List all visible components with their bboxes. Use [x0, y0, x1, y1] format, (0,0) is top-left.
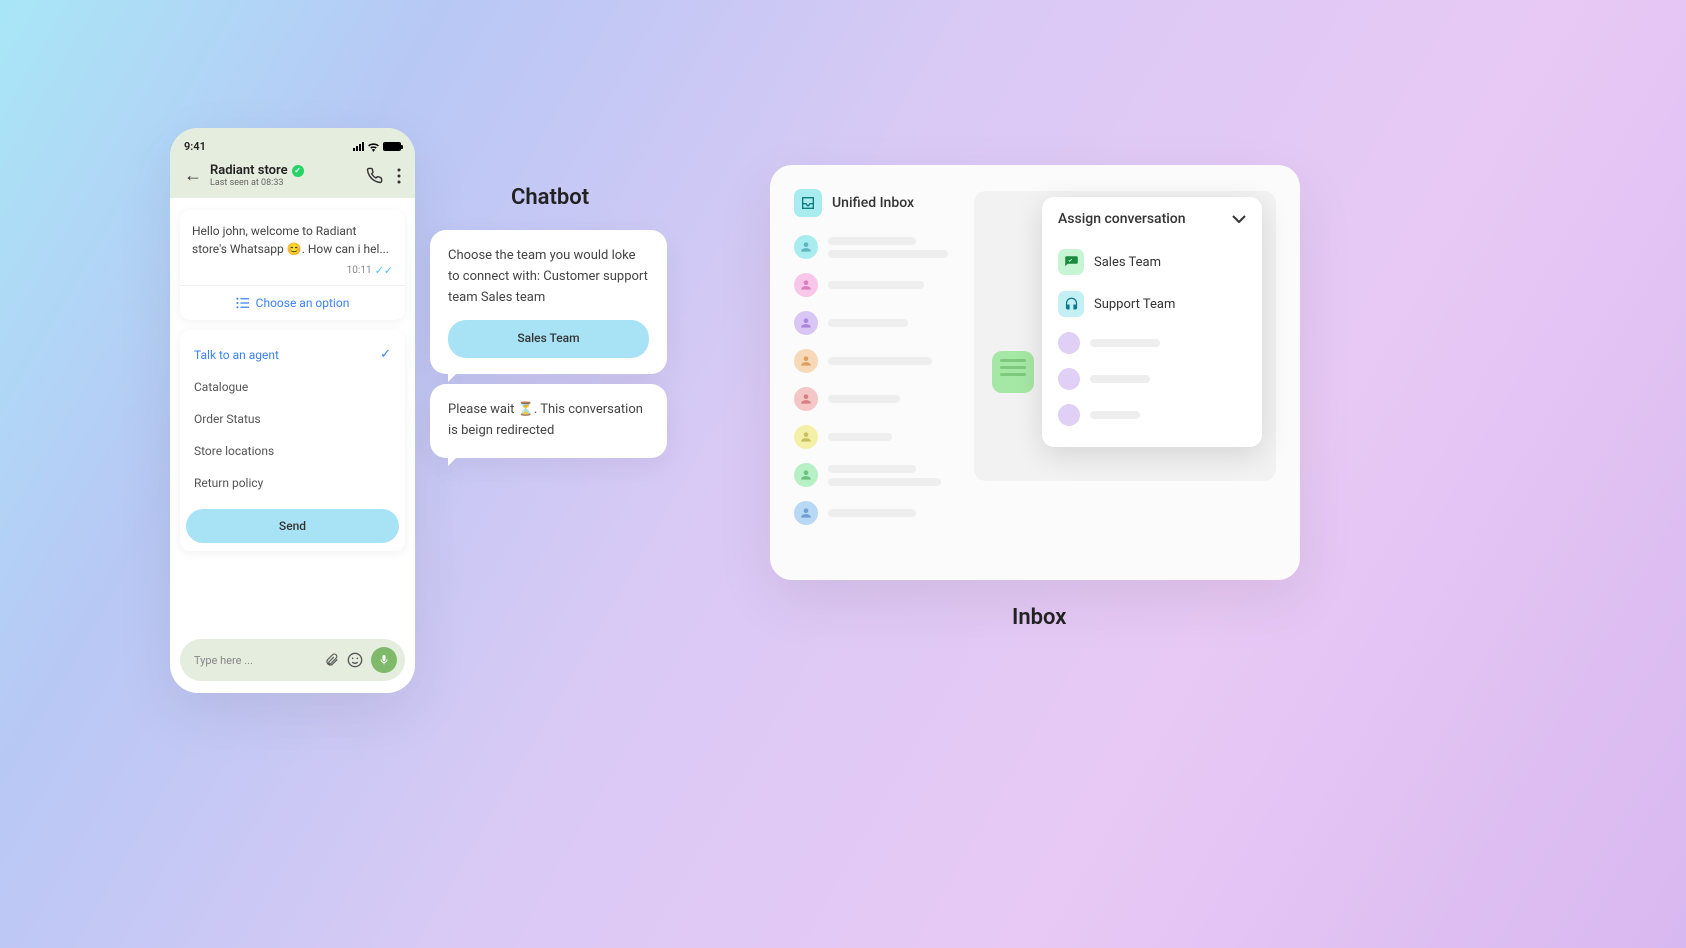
option-order-status[interactable]: Order Status — [180, 403, 405, 435]
contact-info[interactable]: Radiant store ✓ Last seen at 08:33 — [210, 163, 358, 188]
call-icon[interactable] — [366, 167, 383, 184]
bubble-text: Please wait ⏳. This conversation is beig… — [448, 400, 649, 442]
wifi-icon — [367, 142, 380, 152]
sales-team-icon — [1058, 249, 1084, 275]
mic-button[interactable] — [371, 647, 397, 673]
team-label: Support Team — [1094, 297, 1175, 312]
status-bar: 9:41 — [184, 140, 401, 153]
avatar-icon — [794, 273, 818, 297]
list-item[interactable] — [794, 235, 954, 259]
list-icon — [236, 297, 250, 309]
chat-header: 9:41 ← Radiant store ✓ Last seen at 08:3… — [170, 128, 415, 198]
conversation-preview: Assign conversation Sales Team Support T… — [974, 191, 1276, 481]
faded-option — [1058, 397, 1246, 433]
chat-body: Hello john, welcome to Radiant store's W… — [170, 198, 415, 668]
faded-option — [1058, 325, 1246, 361]
send-button[interactable]: Send — [186, 509, 399, 543]
option-return-policy[interactable]: Return policy — [180, 467, 405, 499]
list-item[interactable] — [794, 425, 954, 449]
message-input-bar[interactable]: Type here ... — [180, 639, 405, 681]
avatar-icon — [794, 501, 818, 525]
emoji-icon[interactable] — [347, 652, 363, 668]
status-time: 9:41 — [184, 140, 206, 153]
option-store-locations[interactable]: Store locations — [180, 435, 405, 467]
signal-icon — [353, 142, 364, 151]
support-team-icon — [1058, 291, 1084, 317]
last-seen: Last seen at 08:33 — [210, 178, 358, 188]
faded-option — [1058, 361, 1246, 397]
chatbot-bubble-2: Please wait ⏳. This conversation is beig… — [430, 384, 667, 458]
input-placeholder: Type here ... — [194, 654, 317, 667]
avatar-icon — [794, 463, 818, 487]
inbox-icon — [794, 189, 822, 217]
assign-conversation-dropdown: Assign conversation Sales Team Support T… — [1042, 197, 1262, 447]
chatbot-bubble-1: Choose the team you would loke to connec… — [430, 230, 667, 374]
read-receipt-icon: ✓✓ — [375, 264, 393, 277]
list-item[interactable] — [794, 387, 954, 411]
inbox-section-label: Inbox — [1012, 605, 1066, 630]
option-list: Talk to an agent ✓ Catalogue Order Statu… — [180, 330, 405, 551]
assign-header[interactable]: Assign conversation — [1058, 211, 1246, 227]
list-item[interactable] — [794, 463, 954, 487]
inbox-panel: Unified Inbox — [770, 165, 1300, 580]
team-label: Sales Team — [1094, 255, 1161, 270]
message-meta: 10:11 ✓✓ — [180, 264, 405, 285]
conversation-list — [794, 235, 954, 525]
avatar-icon — [1058, 368, 1080, 390]
avatar-icon — [794, 235, 818, 259]
check-icon: ✓ — [380, 347, 391, 362]
whatsapp-phone-mockup: 9:41 ← Radiant store ✓ Last seen at 08:3… — [170, 128, 415, 693]
choose-option-label: Choose an option — [256, 296, 350, 310]
avatar-icon — [794, 387, 818, 411]
battery-icon — [383, 142, 401, 151]
avatar-icon — [794, 425, 818, 449]
message-text: Hello john, welcome to Radiant store's W… — [180, 210, 405, 264]
option-talk-to-agent[interactable]: Talk to an agent ✓ — [180, 338, 405, 371]
chevron-down-icon — [1232, 215, 1246, 223]
choose-option-button[interactable]: Choose an option — [180, 285, 405, 320]
status-icons — [353, 142, 401, 152]
inbox-title: Unified Inbox — [832, 195, 914, 211]
avatar-icon — [1058, 404, 1080, 426]
chatbot-title: Chatbot — [511, 185, 589, 210]
bubble-text: Choose the team you would loke to connec… — [448, 246, 649, 308]
option-catalogue[interactable]: Catalogue — [180, 371, 405, 403]
list-item[interactable] — [794, 273, 954, 297]
verified-badge-icon: ✓ — [292, 165, 304, 177]
more-icon[interactable] — [397, 168, 401, 184]
list-item[interactable] — [794, 311, 954, 335]
team-option-sales[interactable]: Sales Team — [1058, 241, 1246, 283]
mic-icon — [378, 653, 390, 667]
assign-label: Assign conversation — [1058, 211, 1186, 227]
list-item[interactable] — [794, 501, 954, 525]
avatar-icon — [1058, 332, 1080, 354]
list-item[interactable] — [794, 349, 954, 373]
sales-team-button[interactable]: Sales Team — [448, 320, 649, 357]
message-time: 10:11 — [347, 265, 372, 276]
attachment-icon[interactable] — [325, 652, 339, 668]
team-option-support[interactable]: Support Team — [1058, 283, 1246, 325]
message-preview-icon — [992, 351, 1034, 393]
avatar-icon — [794, 311, 818, 335]
incoming-message-card: Hello john, welcome to Radiant store's W… — [180, 210, 405, 320]
back-button[interactable]: ← — [184, 165, 202, 186]
contact-name: Radiant store — [210, 163, 288, 178]
avatar-icon — [794, 349, 818, 373]
